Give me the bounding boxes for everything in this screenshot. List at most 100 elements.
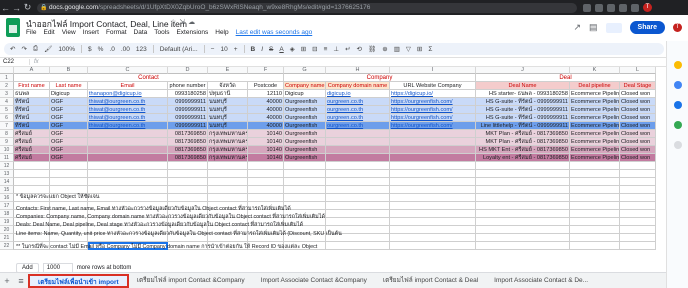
menu-edit[interactable]: Edit [43, 29, 54, 36]
filter-views-icon[interactable]: ⊞ [417, 45, 422, 53]
table-cell[interactable]: OGF [50, 130, 88, 138]
sheet-tab[interactable]: Import Associate Contact & De... [486, 274, 596, 288]
row-header[interactable]: 19 [0, 218, 14, 226]
activity-icon[interactable]: ↗ [573, 22, 581, 33]
column-title[interactable]: Email [88, 82, 168, 90]
table-cell[interactable]: OGF [50, 146, 88, 154]
strikethrough-icon[interactable]: S [269, 46, 273, 53]
menu-file[interactable]: File [26, 29, 36, 36]
table-cell[interactable]: Digicup [50, 90, 88, 98]
empty-cell[interactable] [620, 162, 656, 170]
table-cell[interactable]: 40000 [248, 122, 284, 130]
column-header[interactable]: K [570, 67, 620, 74]
row-header[interactable]: 4 [0, 98, 14, 106]
table-cell[interactable] [88, 146, 168, 154]
comment-add-icon[interactable]: ⊕ [382, 45, 387, 53]
empty-cell[interactable] [476, 194, 570, 202]
table-cell[interactable]: 10140 [248, 138, 284, 146]
column-header[interactable]: L [620, 67, 656, 74]
empty-cell[interactable] [284, 194, 326, 202]
column-title[interactable]: Company name [284, 82, 326, 90]
font-select[interactable]: Default (Ari... [160, 46, 198, 53]
empty-cell[interactable] [390, 194, 476, 202]
table-cell[interactable]: ourgreen.co.th [326, 114, 390, 122]
empty-cell[interactable] [208, 178, 248, 186]
table-cell[interactable]: Closed won [620, 98, 656, 106]
empty-cell[interactable] [284, 162, 326, 170]
empty-cell[interactable] [326, 178, 390, 186]
column-header[interactable]: C [88, 67, 168, 74]
empty-cell[interactable] [620, 178, 656, 186]
empty-cell[interactable] [620, 218, 656, 226]
currency-button[interactable]: $ [88, 46, 92, 53]
column-title[interactable]: Last name [50, 82, 88, 90]
table-cell[interactable]: Ourgreenfish [284, 130, 326, 138]
font-size-decrease[interactable]: − [211, 46, 215, 53]
puzzle-icon[interactable] [631, 3, 639, 12]
table-cell[interactable]: 40000 [248, 106, 284, 114]
table-cell[interactable]: Ourgreenfish [284, 146, 326, 154]
valign-icon[interactable]: ⊥ [333, 45, 339, 53]
table-cell[interactable]: MKT Plan - ศรีสมย์ - 0817369850 [476, 138, 570, 146]
table-cell[interactable]: Closed won [620, 146, 656, 154]
empty-cell[interactable] [168, 170, 208, 178]
decimal-increase-button[interactable]: .00 [121, 46, 130, 53]
table-cell[interactable]: Closed won [620, 138, 656, 146]
sheet-tab[interactable]: Import Associate Contact &Company [253, 274, 375, 288]
table-cell[interactable]: 0999999911 [168, 98, 208, 106]
number-format-button[interactable]: 123 [136, 46, 147, 53]
empty-cell[interactable] [390, 210, 476, 218]
empty-cell[interactable] [476, 170, 570, 178]
table-cell[interactable]: 12110 [248, 90, 284, 98]
empty-cell[interactable] [326, 194, 390, 202]
table-cell[interactable]: Closed won [620, 154, 656, 162]
table-cell[interactable]: ourgreen.co.th [326, 98, 390, 106]
empty-cell[interactable] [168, 178, 208, 186]
empty-cell[interactable] [88, 186, 168, 194]
table-cell[interactable]: https://ourgreenfish.com/ [390, 98, 476, 106]
meet-icon[interactable] [605, 22, 622, 33]
table-cell[interactable]: Ecommerce Pipeline [570, 138, 620, 146]
extension-icon[interactable] [595, 3, 603, 12]
table-cell[interactable]: กรุงเทพมหานคร [208, 154, 248, 162]
column-title[interactable]: First name [14, 82, 50, 90]
empty-cell[interactable] [326, 210, 390, 218]
table-cell[interactable] [390, 130, 476, 138]
table-cell[interactable]: thiwat@ourgreen.co.th [88, 98, 168, 106]
menu-help[interactable]: Help [215, 29, 228, 36]
table-cell[interactable]: ourgreen.co.th [326, 122, 390, 130]
empty-cell[interactable] [390, 178, 476, 186]
tasks-icon[interactable] [674, 81, 682, 89]
empty-cell[interactable] [620, 194, 656, 202]
row-header[interactable]: 15 [0, 186, 14, 194]
table-cell[interactable]: HS G-suite - ทีรัตน์ - 0999999911 [476, 106, 570, 114]
table-cell[interactable]: Ecommerce Pipeline [570, 122, 620, 130]
table-cell[interactable]: นนทบุรี [208, 106, 248, 114]
column-header[interactable]: B [50, 67, 88, 74]
row-header[interactable]: 9 [0, 138, 14, 146]
empty-cell[interactable] [620, 210, 656, 218]
link-icon[interactable]: ⛓ [368, 45, 376, 53]
empty-cell[interactable] [390, 218, 476, 226]
table-cell[interactable]: HS MKT Ent - ศรีสมย์ - 0817369850 [476, 146, 570, 154]
table-cell[interactable]: 0817369850 [168, 154, 208, 162]
table-cell[interactable]: thiwat@ourgreen.co.th [88, 122, 168, 130]
share-button[interactable]: Share [629, 21, 665, 34]
sheet-tab[interactable]: เตรียมไฟล์ import Contact & Deal [375, 274, 486, 288]
print-icon[interactable]: ⎙ [33, 45, 38, 53]
table-cell[interactable] [88, 154, 168, 162]
chart-icon[interactable]: ▥ [394, 45, 400, 53]
empty-cell[interactable] [326, 218, 390, 226]
column-title[interactable]: Deal Stage [620, 82, 656, 90]
select-all-corner[interactable] [0, 67, 14, 74]
contacts-icon[interactable] [674, 101, 682, 109]
table-cell[interactable]: นนทบุรี [208, 114, 248, 122]
table-cell[interactable]: Ourgreenfish [284, 98, 326, 106]
table-cell[interactable] [326, 154, 390, 162]
table-cell[interactable]: Closed won [620, 122, 656, 130]
move-icon[interactable]: ⇲ [179, 19, 188, 26]
empty-cell[interactable] [390, 226, 476, 234]
table-cell[interactable]: https://ourgreenfish.com/ [390, 114, 476, 122]
table-cell[interactable]: digicup.io [326, 90, 390, 98]
empty-cell[interactable] [208, 186, 248, 194]
